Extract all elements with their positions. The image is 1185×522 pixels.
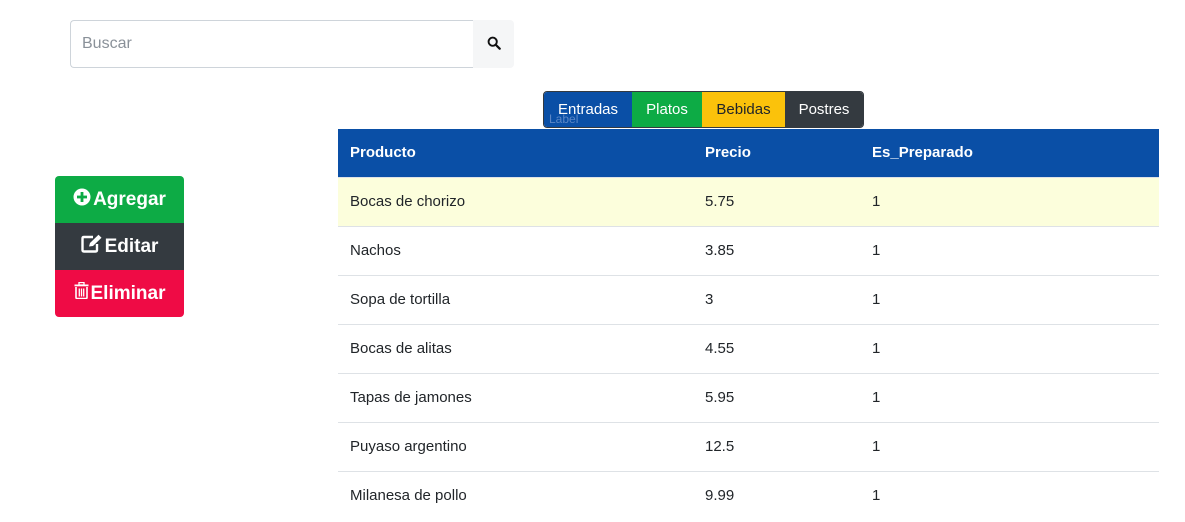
cell-precio: 12.5 <box>693 421 860 471</box>
cell-precio: 3 <box>693 274 860 324</box>
cell-es-preparado: 1 <box>860 176 1159 226</box>
table-row[interactable]: Milanesa de pollo 9.99 1 <box>338 470 1159 520</box>
table-row[interactable]: Bocas de alitas 4.55 1 <box>338 323 1159 373</box>
cell-es-preparado: 1 <box>860 421 1159 471</box>
cell-producto: Bocas de alitas <box>338 323 693 373</box>
table-row[interactable]: Tapas de jamones 5.95 1 <box>338 372 1159 422</box>
edit-button[interactable]: Editar <box>55 223 184 270</box>
add-button-label: Agregar <box>93 188 166 210</box>
cell-es-preparado: 1 <box>860 470 1159 520</box>
search-bar <box>70 20 514 68</box>
tab-bebidas[interactable]: Bebidas <box>702 92 785 127</box>
search-icon <box>487 36 501 53</box>
delete-button[interactable]: Eliminar <box>55 270 184 317</box>
cell-es-preparado: 1 <box>860 225 1159 275</box>
search-input[interactable] <box>70 20 473 68</box>
trash-icon <box>74 281 91 305</box>
table-row[interactable]: Sopa de tortilla 3 1 <box>338 274 1159 324</box>
cell-precio: 9.99 <box>693 470 860 520</box>
cell-producto: Tapas de jamones <box>338 372 693 422</box>
category-tabs: Entradas Platos Bebidas Postres <box>543 91 864 128</box>
cell-precio: 3.85 <box>693 225 860 275</box>
plus-circle-icon <box>73 188 93 212</box>
action-buttons: Agregar Editar Eliminar <box>55 176 184 317</box>
cell-precio: 5.75 <box>693 176 860 226</box>
tab-entradas[interactable]: Entradas <box>544 92 632 127</box>
table-row[interactable]: Puyaso argentino 12.5 1 <box>338 421 1159 471</box>
tab-postres[interactable]: Postres <box>785 92 863 127</box>
cell-es-preparado: 1 <box>860 372 1159 422</box>
cell-producto: Nachos <box>338 225 693 275</box>
cell-producto: Milanesa de pollo <box>338 470 693 520</box>
delete-button-label: Eliminar <box>90 282 166 304</box>
column-header-producto[interactable]: Producto <box>338 129 693 177</box>
products-table: Producto Precio Es_Preparado Bocas de ch… <box>338 129 1159 520</box>
cell-es-preparado: 1 <box>860 274 1159 324</box>
cell-precio: 5.95 <box>693 372 860 422</box>
edit-icon <box>80 234 105 259</box>
table-row[interactable]: Bocas de chorizo 5.75 1 <box>338 176 1159 226</box>
cell-producto: Puyaso argentino <box>338 421 693 471</box>
search-button[interactable] <box>473 20 514 68</box>
column-header-es-preparado[interactable]: Es_Preparado <box>860 129 1159 177</box>
cell-precio: 4.55 <box>693 323 860 373</box>
add-button[interactable]: Agregar <box>55 176 184 223</box>
column-header-precio[interactable]: Precio <box>693 129 860 177</box>
cell-producto: Bocas de chorizo <box>338 176 693 226</box>
edit-button-label: Editar <box>104 235 159 257</box>
tab-platos[interactable]: Platos <box>632 92 702 127</box>
cell-producto: Sopa de tortilla <box>338 274 693 324</box>
cell-es-preparado: 1 <box>860 323 1159 373</box>
table-header-row: Producto Precio Es_Preparado <box>338 129 1159 177</box>
table-row[interactable]: Nachos 3.85 1 <box>338 225 1159 275</box>
